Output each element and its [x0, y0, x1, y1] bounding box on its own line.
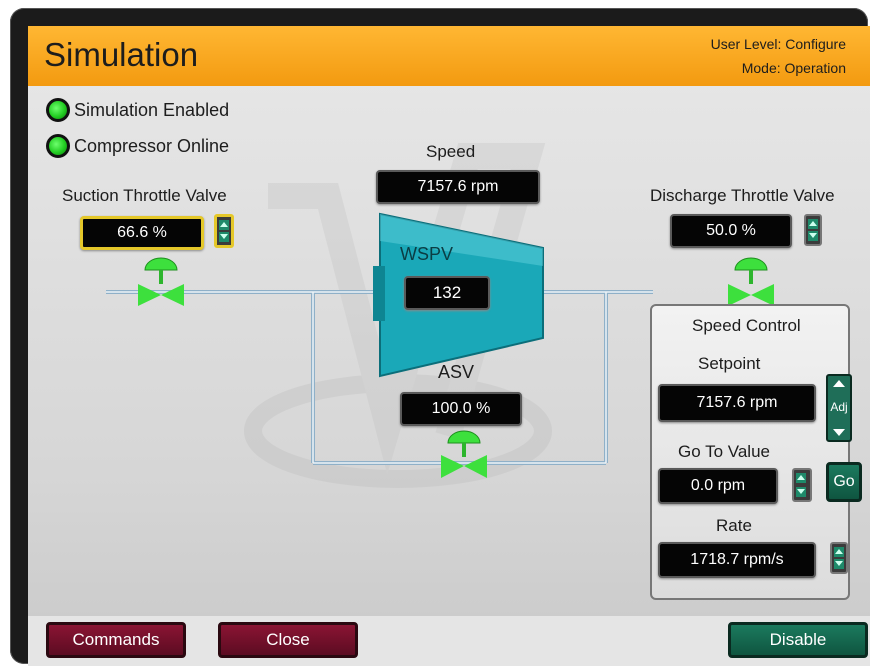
- discharge-throttle-label: Discharge Throttle Valve: [650, 186, 835, 205]
- mode-text: Mode: Operation: [741, 60, 846, 76]
- discharge-valve-icon[interactable]: [728, 257, 774, 306]
- setpoint-label: Setpoint: [698, 354, 761, 373]
- status-led-icon: [46, 98, 70, 122]
- rate-value[interactable]: 1718.7 rpm/s: [658, 542, 816, 578]
- setpoint-value[interactable]: 7157.6 rpm: [658, 384, 816, 422]
- simulation-enabled-indicator: Simulation Enabled: [46, 98, 229, 122]
- simulation-screen: Simulation User Level: Configure Mode: O…: [28, 26, 870, 666]
- suction-valve-icon[interactable]: [138, 257, 184, 306]
- header-info: User Level: Configure Mode: Operation: [711, 32, 846, 80]
- asv-label: ASV: [438, 362, 475, 382]
- rate-spinner[interactable]: [830, 542, 848, 574]
- suction-throttle-value[interactable]: 66.6 %: [80, 216, 204, 250]
- compressor-online-label: Compressor Online: [74, 135, 230, 156]
- asv-value: 100.0 %: [400, 392, 522, 426]
- adjust-down-icon[interactable]: [833, 429, 845, 436]
- compressor-label: WSPV: [400, 244, 454, 264]
- discharge-throttle-value[interactable]: 50.0 %: [670, 214, 792, 248]
- compressor-value: 132: [404, 276, 490, 310]
- speed-value: 7157.6 rpm: [376, 170, 540, 204]
- window-frame: Simulation User Level: Configure Mode: O…: [10, 8, 870, 666]
- goto-value-spinner[interactable]: [792, 468, 812, 502]
- discharge-throttle-spinner[interactable]: [804, 214, 822, 246]
- status-led-icon: [46, 134, 70, 158]
- disable-button[interactable]: Disable: [728, 622, 868, 658]
- suction-throttle-label: Suction Throttle Valve: [62, 186, 227, 205]
- setpoint-adjust-control[interactable]: Adj: [826, 374, 852, 442]
- header-bar: Simulation User Level: Configure Mode: O…: [28, 26, 870, 86]
- adjust-up-icon[interactable]: [833, 380, 845, 387]
- speed-label: Speed: [426, 142, 476, 161]
- suction-throttle-spinner[interactable]: [214, 214, 234, 248]
- compressor-online-indicator: Compressor Online: [46, 134, 229, 158]
- speed-control-panel: Speed Control Setpoint 7157.6 rpm Go To …: [650, 304, 862, 600]
- user-level-text: User Level: Configure: [710, 36, 846, 52]
- go-button[interactable]: Go: [826, 462, 862, 502]
- rate-label: Rate: [716, 516, 752, 535]
- close-button[interactable]: Close: [218, 622, 358, 658]
- simulation-enabled-label: Simulation Enabled: [74, 99, 230, 120]
- page-title: Simulation: [44, 36, 199, 73]
- speed-control-title: Speed Control: [692, 316, 801, 335]
- goto-value-field[interactable]: 0.0 rpm: [658, 468, 778, 504]
- commands-button[interactable]: Commands: [46, 622, 186, 658]
- adjust-label: Adj: [830, 400, 848, 414]
- goto-value-label: Go To Value: [678, 442, 770, 461]
